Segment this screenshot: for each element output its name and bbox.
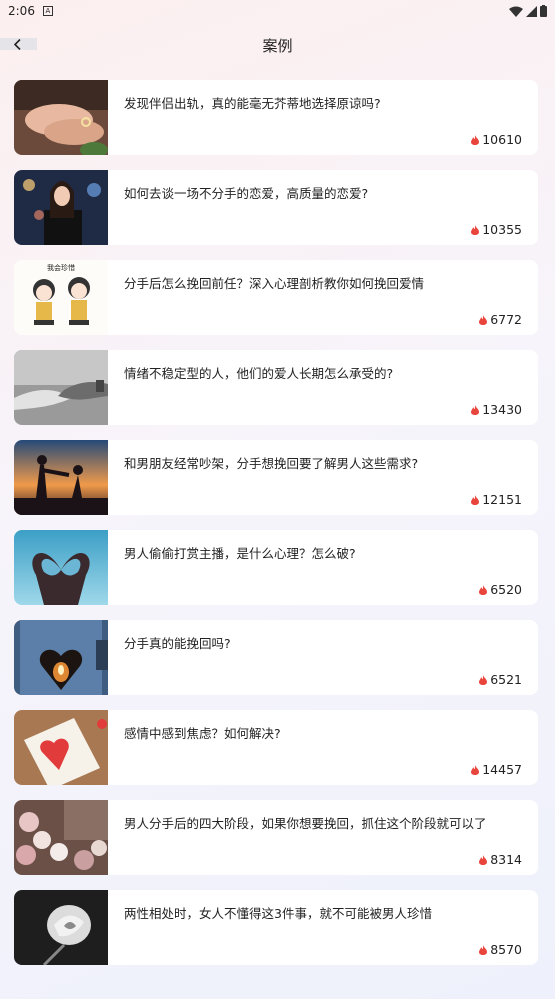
view-count: 10610 [471, 132, 522, 147]
title-bar: 案例 [0, 22, 555, 68]
case-body: 男人偷偷打赏主播，是什么心理？怎么破? 6520 [108, 530, 538, 605]
view-count-value: 6772 [490, 312, 522, 327]
case-thumbnail [14, 350, 108, 425]
battery-icon [540, 5, 547, 17]
case-card[interactable]: 和男朋友经常吵架，分手想挽回要了解男人这些需求? 12151 [14, 440, 538, 515]
signal-icon [526, 5, 537, 17]
case-card[interactable]: 感情中感到焦虑？如何解决? 14457 [14, 710, 538, 785]
thumb-caption: 我会珍惜 [47, 263, 75, 272]
case-card[interactable]: 发现伴侣出轨，真的能毫无芥蒂地选择原谅吗? 10610 [14, 80, 538, 155]
view-count: 14457 [471, 762, 522, 777]
flame-icon [471, 134, 480, 145]
view-count: 8570 [479, 942, 522, 957]
case-body: 两性相处时，女人不懂得这3件事，就不可能被男人珍惜 8570 [108, 890, 538, 965]
case-title: 分手后怎么挽回前任？深入心理剖析教你如何挽回爱情 [124, 276, 425, 291]
view-count-value: 10355 [482, 222, 522, 237]
flame-icon [479, 854, 488, 865]
view-count: 12151 [471, 492, 522, 507]
case-card[interactable]: 两性相处时，女人不懂得这3件事，就不可能被男人珍惜 8570 [14, 890, 538, 965]
view-count: 6520 [479, 582, 522, 597]
case-thumbnail [14, 890, 108, 965]
flame-icon [471, 404, 480, 415]
back-button[interactable] [0, 38, 37, 50]
status-notification-icon: A [42, 6, 53, 16]
flame-icon [479, 584, 488, 595]
view-count-value: 12151 [482, 492, 522, 507]
case-title: 男人偷偷打赏主播，是什么心理？怎么破? [124, 546, 356, 561]
flame-icon [471, 494, 480, 505]
wifi-icon [509, 6, 523, 17]
case-thumbnail [14, 800, 108, 875]
page-title: 案例 [262, 36, 293, 55]
case-title: 和男朋友经常吵架，分手想挽回要了解男人这些需求? [124, 456, 419, 471]
view-count: 13430 [471, 402, 522, 417]
view-count-value: 6521 [490, 672, 522, 687]
case-thumbnail [14, 170, 108, 245]
view-count: 8314 [479, 852, 522, 867]
flame-icon [479, 314, 488, 325]
case-card[interactable]: 情绪不稳定型的人，他们的爱人长期怎么承受的? 13430 [14, 350, 538, 425]
view-count: 6521 [479, 672, 522, 687]
case-thumbnail [14, 620, 108, 695]
case-card[interactable]: 男人偷偷打赏主播，是什么心理？怎么破? 6520 [14, 530, 538, 605]
view-count-value: 13430 [482, 402, 522, 417]
view-count-value: 14457 [482, 762, 522, 777]
case-thumbnail: 我会珍惜 [14, 260, 108, 335]
case-card[interactable]: 如何去谈一场不分手的恋爱，高质量的恋爱? 10355 [14, 170, 538, 245]
view-count: 6772 [479, 312, 522, 327]
status-time: 2:06 [8, 4, 35, 18]
case-thumbnail [14, 710, 108, 785]
case-card[interactable]: 分手真的能挽回吗? 6521 [14, 620, 538, 695]
case-card[interactable]: 我会珍惜 分手后怎么挽回前任？深入心理剖析教你如何挽回爱情 6772 [14, 260, 538, 335]
case-title: 情绪不稳定型的人，他们的爱人长期怎么承受的? [124, 366, 394, 381]
case-body: 分手后怎么挽回前任？深入心理剖析教你如何挽回爱情 6772 [108, 260, 538, 335]
flame-icon [471, 764, 480, 775]
chevron-left-icon [14, 38, 21, 50]
flame-icon [471, 224, 480, 235]
flame-icon [479, 944, 488, 955]
case-card[interactable]: 男人分手后的四大阶段，如果你想要挽回，抓住这个阶段就可以了 8314 [14, 800, 538, 875]
view-count-value: 8570 [490, 942, 522, 957]
case-title: 分手真的能挽回吗? [124, 636, 231, 651]
flame-icon [479, 674, 488, 685]
view-count-value: 6520 [490, 582, 522, 597]
case-body: 和男朋友经常吵架，分手想挽回要了解男人这些需求? 12151 [108, 440, 538, 515]
case-title: 男人分手后的四大阶段，如果你想要挽回，抓住这个阶段就可以了 [124, 816, 487, 831]
case-body: 发现伴侣出轨，真的能毫无芥蒂地选择原谅吗? 10610 [108, 80, 538, 155]
case-title: 感情中感到焦虑？如何解决? [124, 726, 281, 741]
case-thumbnail [14, 80, 108, 155]
view-count-value: 8314 [490, 852, 522, 867]
case-body: 分手真的能挽回吗? 6521 [108, 620, 538, 695]
case-list: 发现伴侣出轨，真的能毫无芥蒂地选择原谅吗? 10610 如何去谈一场不分手的恋爱，高… [14, 80, 538, 980]
case-body: 感情中感到焦虑？如何解决? 14457 [108, 710, 538, 785]
case-body: 如何去谈一场不分手的恋爱，高质量的恋爱? 10355 [108, 170, 538, 245]
case-thumbnail [14, 440, 108, 515]
case-title: 发现伴侣出轨，真的能毫无芥蒂地选择原谅吗? [124, 96, 381, 111]
case-body: 男人分手后的四大阶段，如果你想要挽回，抓住这个阶段就可以了 8314 [108, 800, 538, 875]
case-title: 两性相处时，女人不懂得这3件事，就不可能被男人珍惜 [124, 906, 432, 921]
case-body: 情绪不稳定型的人，他们的爱人长期怎么承受的? 13430 [108, 350, 538, 425]
case-thumbnail [14, 530, 108, 605]
view-count-value: 10610 [482, 132, 522, 147]
status-bar: 2:06 A [0, 0, 555, 22]
case-title: 如何去谈一场不分手的恋爱，高质量的恋爱? [124, 186, 369, 201]
view-count: 10355 [471, 222, 522, 237]
